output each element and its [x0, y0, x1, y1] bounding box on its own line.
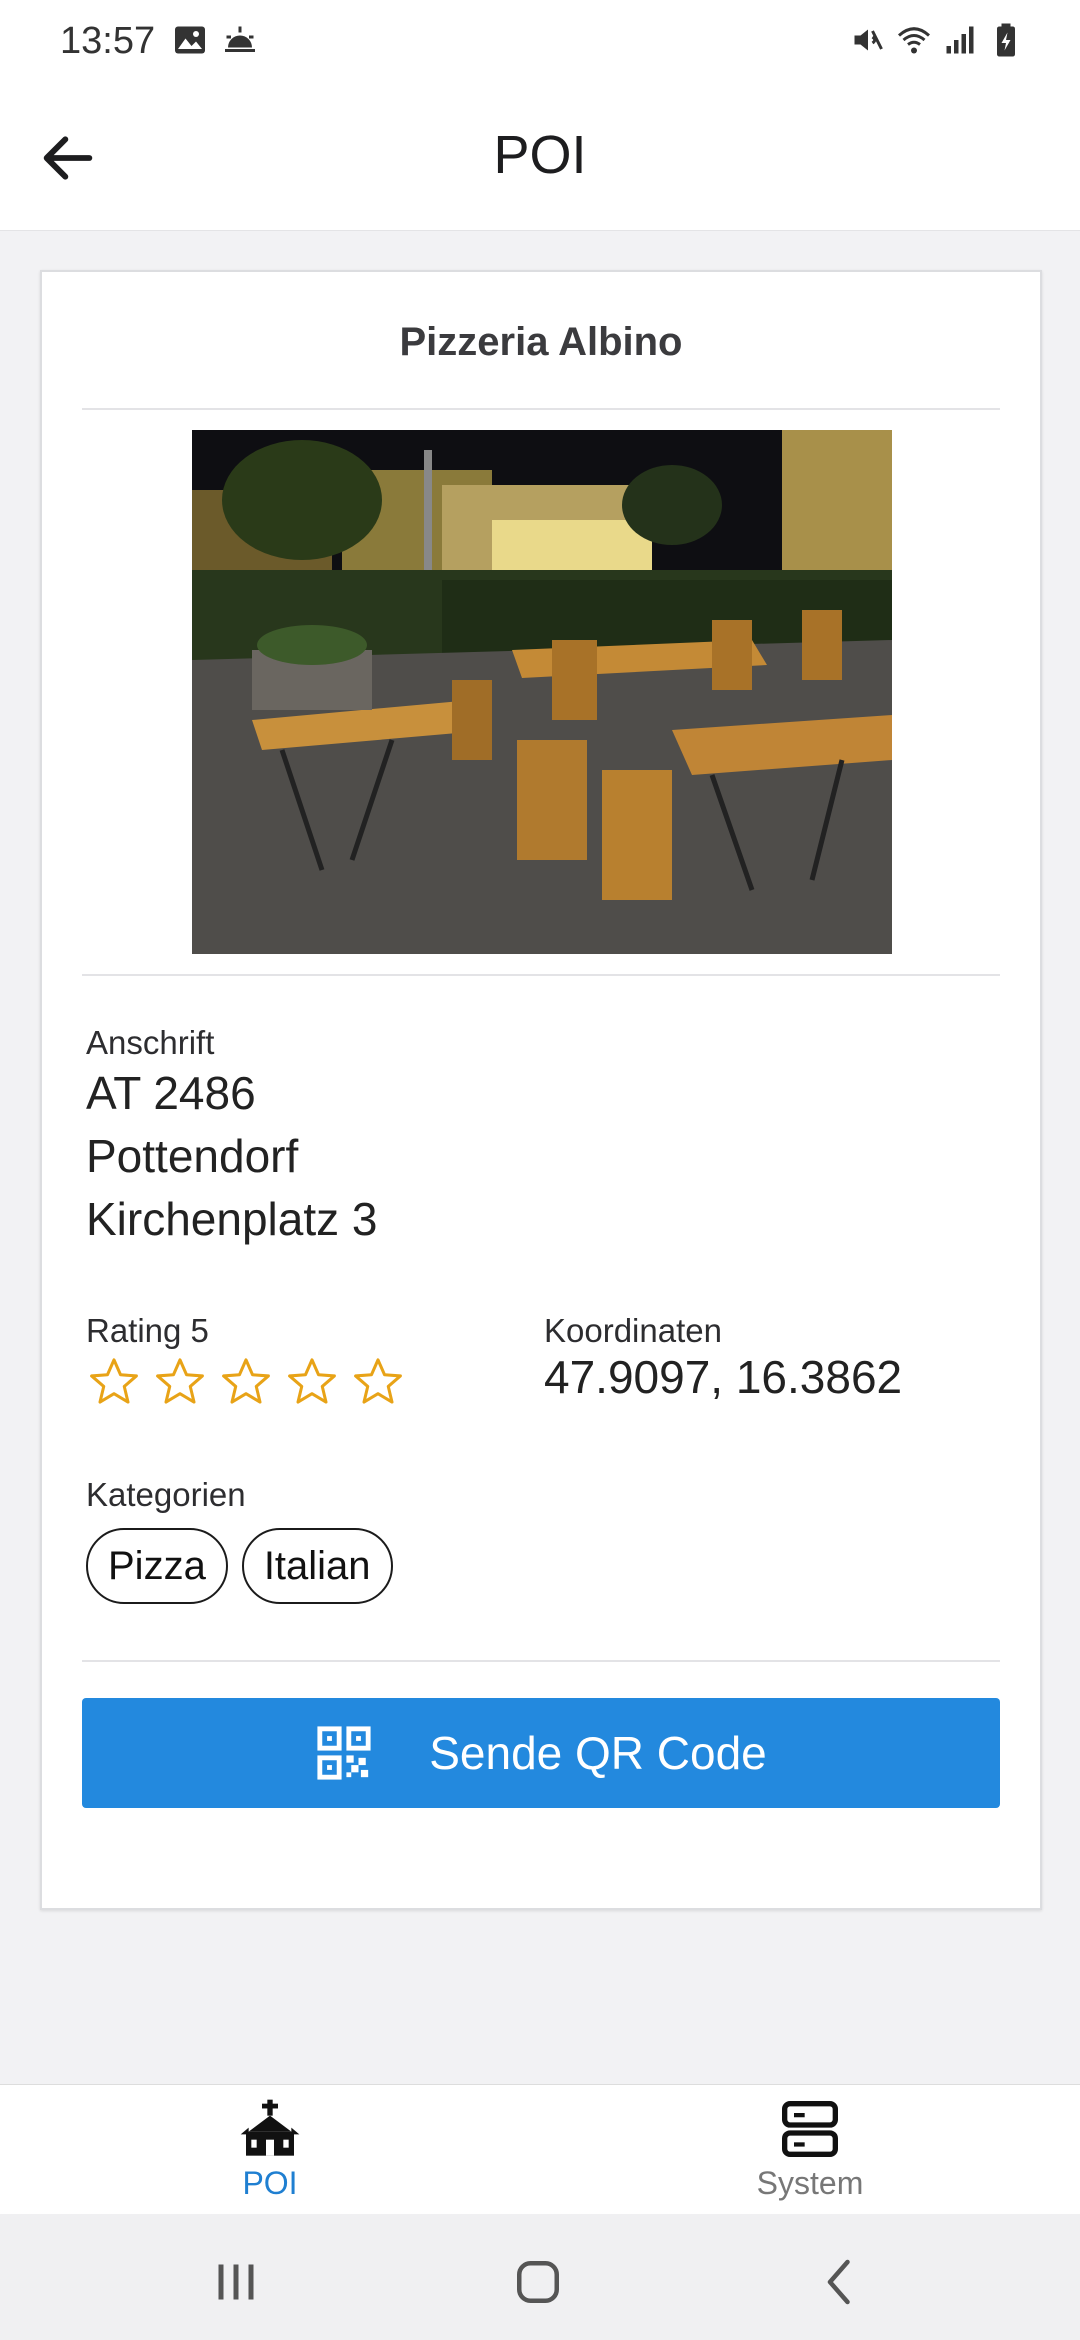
- status-bar: 13:57: [0, 0, 1080, 84]
- address-label: Anschrift: [86, 1024, 215, 1061]
- star-icon: [288, 1358, 336, 1404]
- back-icon[interactable]: [810, 2252, 870, 2312]
- divider: [82, 408, 1000, 410]
- star-icon: [354, 1358, 402, 1404]
- home-icon[interactable]: [508, 2252, 568, 2312]
- nav-item-poi[interactable]: POI: [120, 2097, 420, 2202]
- battery-icon: [997, 23, 1015, 57]
- status-time: 13:57: [60, 20, 156, 62]
- system-navigation-bar: [0, 2214, 1080, 2340]
- server-icon: [782, 2101, 838, 2157]
- star-icon: [222, 1358, 270, 1404]
- weather-icon: [225, 26, 255, 52]
- page-title: POI: [493, 125, 587, 185]
- address-block: AT 2486 Pottendorf Kirchenplatz 3: [86, 1062, 378, 1251]
- wifi-icon: [897, 27, 931, 54]
- divider: [82, 1660, 1000, 1662]
- bottom-navigation: POI System: [0, 2084, 1080, 2215]
- poi-photo: [192, 430, 892, 954]
- rating-stars: [86, 1354, 406, 1410]
- signal-icon: [946, 26, 974, 54]
- star-icon: [156, 1358, 204, 1404]
- category-chips: Pizza Italian: [86, 1528, 393, 1604]
- send-qr-code-label: Sende QR Code: [429, 1727, 767, 1779]
- coordinates-label: Koordinaten: [544, 1312, 722, 1349]
- church-icon: [240, 2099, 300, 2156]
- nav-item-system[interactable]: System: [660, 2097, 960, 2202]
- poi-card: Pizzeria Albino Anschrift AT 2486 Potten…: [40, 270, 1042, 1910]
- poi-name: Pizzeria Albino: [399, 320, 683, 364]
- image-icon: [175, 26, 205, 54]
- star-icon: [90, 1358, 138, 1404]
- mute-icon: [854, 29, 883, 51]
- rating-label: Rating 5: [86, 1312, 209, 1349]
- category-chip: Italian: [241, 1528, 393, 1604]
- categories-label: Kategorien: [86, 1476, 246, 1513]
- address-line: AT 2486: [86, 1067, 256, 1119]
- app-bar: POI: [0, 84, 1080, 231]
- category-chip: Pizza: [86, 1528, 228, 1604]
- address-line: Pottendorf: [86, 1130, 299, 1182]
- send-qr-code-button[interactable]: Sende QR Code: [82, 1698, 1000, 1808]
- qr-code-icon: [317, 1726, 371, 1780]
- divider: [82, 974, 1000, 976]
- recent-apps-icon[interactable]: [206, 2252, 266, 2312]
- coordinates-value: 47.9097, 16.3862: [544, 1351, 903, 1403]
- nav-label-poi: POI: [242, 2165, 298, 2201]
- nav-label-system: System: [756, 2165, 864, 2201]
- address-line: Kirchenplatz 3: [86, 1193, 378, 1245]
